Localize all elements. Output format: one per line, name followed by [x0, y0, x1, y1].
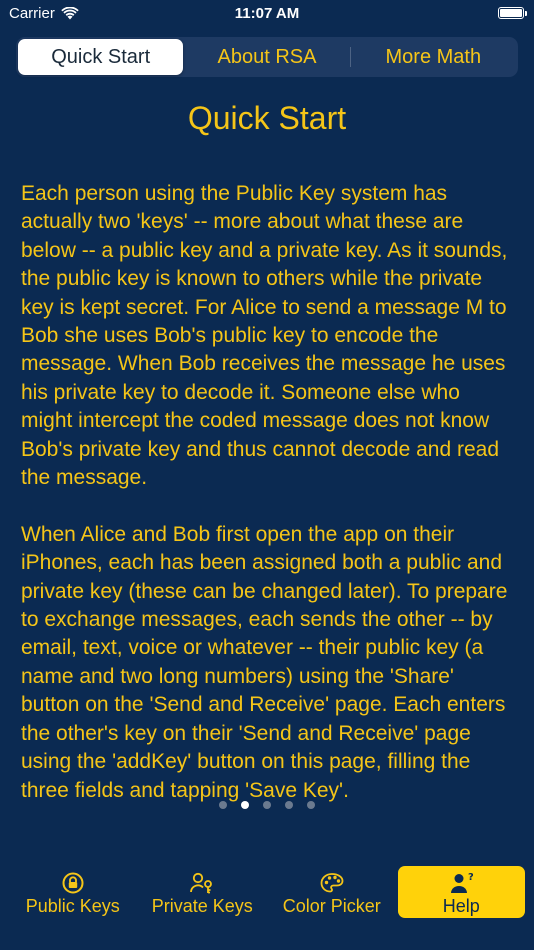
- page-dot[interactable]: [263, 801, 271, 809]
- segment-label: About RSA: [217, 45, 317, 68]
- tab-public-keys[interactable]: Public Keys: [9, 866, 137, 918]
- segmented-control: Quick Start About RSA More Math: [16, 37, 518, 77]
- segment-label: More Math: [385, 45, 482, 68]
- tab-label: Help: [442, 896, 480, 916]
- tab-bar: Public Keys Private Keys Color Picker ? …: [0, 862, 534, 950]
- tab-private-keys[interactable]: Private Keys: [139, 866, 267, 918]
- status-bar: Carrier 11:07 AM: [0, 0, 534, 28]
- person-question-icon: ?: [451, 872, 473, 893]
- tab-help[interactable]: ? Help: [397, 866, 525, 918]
- tab-label: Private Keys: [151, 896, 253, 916]
- page-dot[interactable]: [307, 801, 315, 809]
- page-indicator[interactable]: [0, 801, 534, 809]
- page-dot-active[interactable]: [241, 801, 249, 809]
- svg-text:?: ?: [468, 872, 473, 883]
- tab-label: Color Picker: [282, 896, 381, 916]
- page-title: Quick Start: [187, 100, 347, 136]
- segment-quick-start[interactable]: Quick Start: [18, 39, 184, 75]
- segment-more-math[interactable]: More Math: [351, 39, 516, 75]
- tab-color-picker[interactable]: Color Picker: [268, 866, 396, 918]
- page-dot[interactable]: [219, 801, 227, 809]
- segment-about-rsa[interactable]: About RSA: [184, 39, 349, 75]
- page-dot[interactable]: [285, 801, 293, 809]
- status-time: 11:07 AM: [234, 5, 300, 22]
- battery-icon: [498, 7, 527, 19]
- help-paragraph: When Alice and Bob first open the app on…: [21, 522, 508, 802]
- lock-icon: [62, 872, 84, 894]
- segment-label: Quick Start: [51, 45, 151, 68]
- help-text: Each person using the Public Key system …: [21, 180, 516, 833]
- help-paragraph: Each person using the Public Key system …: [21, 182, 508, 490]
- person-key-icon: [190, 872, 213, 894]
- palette-icon: [320, 873, 344, 893]
- tab-label: Public Keys: [25, 896, 120, 916]
